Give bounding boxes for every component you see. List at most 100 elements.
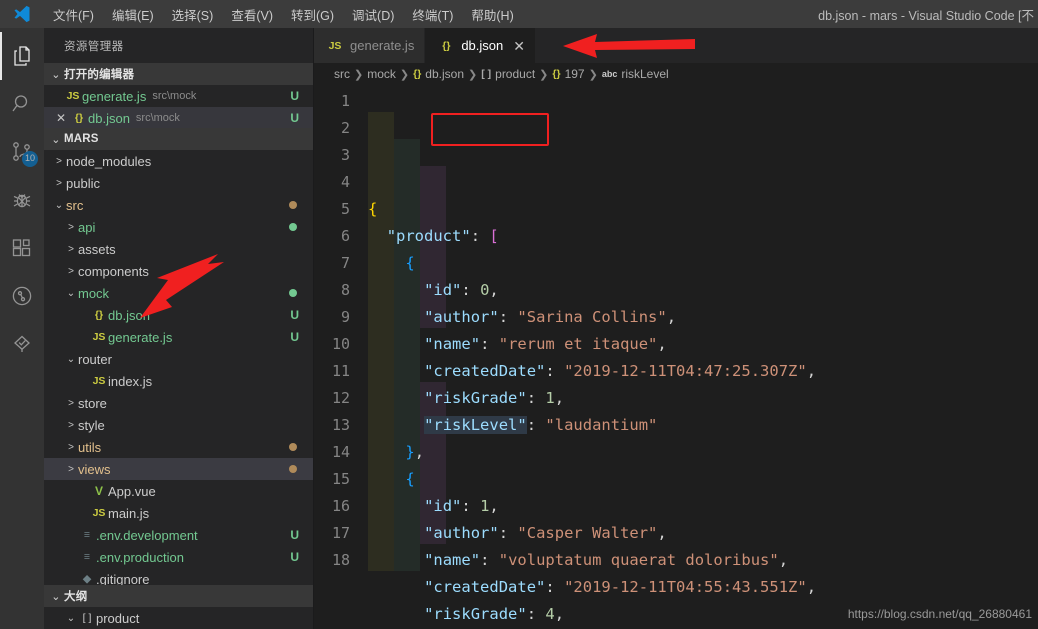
- open-editor-label: generate.js: [82, 88, 147, 104]
- tree-item-src[interactable]: ⌄ src: [44, 194, 313, 216]
- code-line[interactable]: },: [368, 439, 1038, 466]
- project-name-label: MARS: [64, 133, 99, 146]
- menu-help[interactable]: 帮助(H): [462, 1, 522, 28]
- tree-item-public[interactable]: > public: [44, 172, 313, 194]
- activity-test-tree[interactable]: [0, 320, 44, 368]
- activity-source-control[interactable]: 10: [0, 128, 44, 176]
- code-line[interactable]: "createdDate": "2019-12-11T04:55:43.551Z…: [368, 574, 1038, 601]
- menu-debug[interactable]: 调试(D): [343, 1, 403, 28]
- breadcrumb-item-risklevel[interactable]: abc riskLevel: [602, 67, 669, 81]
- run-debug-icon: [10, 188, 34, 212]
- title-bar: 文件(F) 编辑(E) 选择(S) 查看(V) 转到(G) 调试(D) 终端(T…: [0, 0, 1038, 28]
- code-line[interactable]: {: [368, 466, 1038, 493]
- tab-db-json[interactable]: {} db.json ✕: [425, 28, 536, 63]
- code-line[interactable]: "name": "rerum et itaque",: [368, 331, 1038, 358]
- activity-run-debug[interactable]: [0, 176, 44, 224]
- line-number: 7: [340, 254, 350, 272]
- chevron-right-icon: >: [68, 397, 74, 409]
- extensions-icon: [10, 236, 34, 260]
- activity-extensions[interactable]: [0, 224, 44, 272]
- json-file-icon: {}: [94, 309, 104, 322]
- breadcrumb-label: 197: [564, 67, 585, 81]
- modified-indicator-dot: [289, 465, 297, 474]
- code-content[interactable]: { "product": [ { "id": 0, "author": "Sar…: [368, 85, 1038, 629]
- code-line[interactable]: "riskGrade": 1,: [368, 385, 1038, 412]
- code-line[interactable]: "id": 1,: [368, 493, 1038, 520]
- open-editors-list: JS generate.js src\mock U ✕ {} db.json s…: [44, 85, 313, 129]
- chevron-down-icon: ⌄: [51, 68, 61, 81]
- modified-indicator-dot: [289, 223, 297, 232]
- breadcrumb-item-db-json[interactable]: {} db.json: [413, 67, 464, 81]
- tree-item-router[interactable]: ⌄ router: [44, 348, 313, 370]
- tree-item-label: src: [66, 197, 84, 213]
- tree-item-mock[interactable]: ⌄ mock: [44, 282, 313, 304]
- tree-item-app-vue[interactable]: V App.vue: [44, 480, 313, 502]
- breadcrumb-item-product[interactable]: [ ] product: [481, 67, 535, 81]
- watermark-text: https://blog.csdn.net/qq_26880461: [847, 607, 1032, 621]
- breadcrumb-label: db.json: [425, 67, 464, 81]
- line-number: 12: [331, 389, 350, 407]
- activity-gitlens[interactable]: [0, 272, 44, 320]
- code-line[interactable]: "createdDate": "2019-12-11T04:47:25.307Z…: [368, 358, 1038, 385]
- tree-item-style[interactable]: > style: [44, 414, 313, 436]
- tree-item-views[interactable]: > views: [44, 458, 313, 481]
- chevron-down-icon: ⌄: [66, 353, 76, 365]
- menu-bar[interactable]: 文件(F) 编辑(E) 选择(S) 查看(V) 转到(G) 调试(D) 终端(T…: [44, 1, 523, 28]
- menu-edit[interactable]: 编辑(E): [103, 1, 163, 28]
- tree-item-api[interactable]: > api: [44, 216, 313, 238]
- tab-label: db.json: [461, 38, 504, 53]
- tree-item-utils[interactable]: > utils: [44, 436, 313, 458]
- open-editor-generate-js[interactable]: JS generate.js src\mock U: [44, 85, 313, 107]
- code-line[interactable]: "author": "Casper Walter",: [368, 520, 1038, 547]
- tree-item-store[interactable]: > store: [44, 392, 313, 414]
- activity-search[interactable]: [0, 80, 44, 128]
- js-file-icon: JS: [66, 90, 80, 102]
- tree-item-assets[interactable]: > assets: [44, 238, 313, 260]
- code-editor[interactable]: 1 2 3 4 5 6 7 8 9 10 11 12 13 14 15 16 17 18 { "product":…: [314, 85, 1038, 629]
- menu-go[interactable]: 转到(G): [282, 1, 343, 28]
- tree-item-db-json[interactable]: {} db.json U: [44, 304, 313, 326]
- tree-item-label: db.json: [108, 307, 150, 323]
- tab-generate-js[interactable]: JS generate.js: [314, 28, 426, 63]
- code-line[interactable]: "name": "voluptatum quaerat doloribus",: [368, 547, 1038, 574]
- section-project-mars[interactable]: ⌄ MARS: [44, 128, 313, 151]
- tree-item--env-production[interactable]: ≡ .env.production U: [44, 546, 313, 568]
- code-line[interactable]: {: [368, 196, 1038, 223]
- tree-item-label: store: [78, 395, 107, 411]
- close-icon[interactable]: ✕: [513, 39, 525, 53]
- code-line[interactable]: "id": 0,: [368, 277, 1038, 304]
- code-line[interactable]: "riskLevel": "laudantium": [368, 412, 1038, 439]
- menu-terminal[interactable]: 终端(T): [403, 1, 462, 28]
- line-number: 1: [340, 92, 350, 110]
- tree-item-label: components: [78, 263, 149, 279]
- breadcrumb-label: riskLevel: [621, 67, 669, 81]
- code-line[interactable]: {: [368, 250, 1038, 277]
- outline-item-product[interactable]: ⌄ [ ] product: [44, 607, 313, 629]
- window-title: db.json - mars - Visual Studio Code [不: [818, 9, 1034, 23]
- section-open-editors[interactable]: ⌄ 打开的编辑器: [44, 63, 313, 85]
- open-editor-db-json[interactable]: ✕ {} db.json src\mock U: [44, 107, 313, 129]
- modified-indicator-dot: [289, 289, 297, 298]
- tree-item-index-js[interactable]: JS index.js: [44, 370, 313, 392]
- open-editor-label: db.json: [88, 110, 130, 126]
- tree-item-node-modules[interactable]: > node_modules: [44, 150, 313, 172]
- chevron-right-icon: >: [68, 243, 74, 255]
- code-line[interactable]: "author": "Sarina Collins",: [368, 304, 1038, 331]
- tree-item--env-development[interactable]: ≡ .env.development U: [44, 524, 313, 546]
- gitlens-icon: [10, 284, 34, 308]
- breadcrumb-item-197[interactable]: {} 197: [552, 67, 584, 81]
- code-line[interactable]: "product": [: [368, 223, 1038, 250]
- breadcrumb-item-src[interactable]: src: [334, 67, 350, 81]
- close-icon[interactable]: ✕: [52, 111, 70, 125]
- tree-item--gitignore[interactable]: ◆ .gitignore: [44, 568, 313, 585]
- breadcrumb-item-mock[interactable]: mock: [367, 67, 396, 81]
- tree-item-generate-js[interactable]: JS generate.js U: [44, 326, 313, 348]
- menu-view[interactable]: 查看(V): [222, 1, 282, 28]
- section-outline[interactable]: ⌄ 大纲: [44, 585, 313, 608]
- editor-group: JS generate.js {} db.json ✕ src ❯ mock ❯{} d…: [314, 28, 1038, 629]
- tree-item-components[interactable]: > components: [44, 260, 313, 282]
- activity-explorer[interactable]: [0, 32, 44, 80]
- menu-file[interactable]: 文件(F): [44, 1, 103, 28]
- menu-selection[interactable]: 选择(S): [163, 1, 223, 28]
- tree-item-main-js[interactable]: JS main.js: [44, 502, 313, 524]
